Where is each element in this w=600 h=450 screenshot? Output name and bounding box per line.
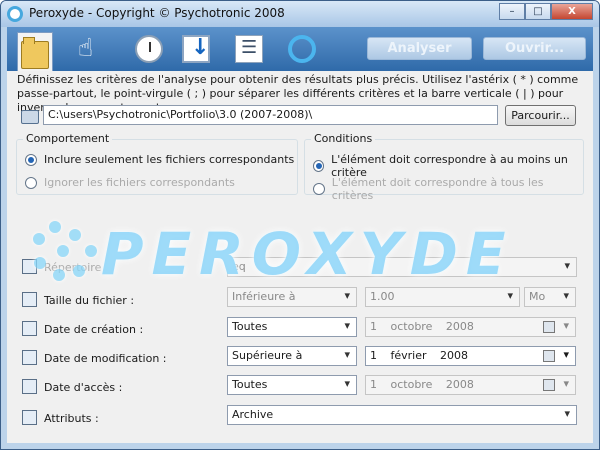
window-controls: – □ X <box>499 3 593 20</box>
peroxyde-logo-icon <box>288 35 316 63</box>
access-dropdown-arrow-icon[interactable]: ▾ <box>563 377 569 390</box>
all-criteria-radio[interactable] <box>313 183 325 195</box>
minimize-button[interactable]: – <box>499 3 525 20</box>
main-panel: Analyser Ouvrir... Définissez les critèr… <box>7 27 593 443</box>
banner-dot <box>49 221 61 233</box>
folder-icon <box>21 37 49 69</box>
all-criteria-radio-line[interactable]: L'élément doit correspondre à tous les c… <box>313 176 583 202</box>
peroxyde-logo-tool[interactable] <box>284 32 320 66</box>
maximize-button[interactable]: □ <box>525 3 551 20</box>
analyse-button[interactable]: Analyser <box>367 37 472 60</box>
pointing-hand-icon <box>74 33 102 63</box>
modification-calendar-icon[interactable] <box>543 350 555 362</box>
access-date-label: Date d'accès : <box>44 381 123 394</box>
download-tool[interactable] <box>178 32 214 66</box>
browse-button[interactable]: Parcourir... <box>505 105 576 126</box>
directory-icon <box>22 259 37 274</box>
conditions-legend: Conditions <box>311 132 376 145</box>
ignore-files-radio[interactable] <box>25 176 37 189</box>
all-criteria-label: L'élément doit correspondre à tous les c… <box>331 176 544 202</box>
computer-icon <box>21 110 39 124</box>
modification-date-comparison-select[interactable]: Supérieure à <box>227 346 357 366</box>
download-arrow-icon <box>182 35 210 63</box>
creation-date-label: Date de création : <box>44 323 144 336</box>
banner-dot <box>57 245 69 257</box>
creation-day: 1 <box>370 320 377 333</box>
include-files-radio-line[interactable]: Inclure seulement les fichiers correspon… <box>25 153 294 166</box>
file-size-value-input[interactable]: 1.00 <box>365 287 520 307</box>
modification-date-label: Date de modification : <box>44 352 167 365</box>
peroxyde-app-icon <box>7 6 23 22</box>
attributes-select[interactable]: Archive <box>227 405 577 425</box>
creation-date-icon <box>22 321 37 336</box>
access-year: 2008 <box>445 378 474 391</box>
attributes-label: Attributs : <box>44 412 99 425</box>
modification-day: 1 <box>370 349 377 362</box>
file-size-icon <box>22 292 37 307</box>
file-size-comparison-select[interactable]: Inférieure à <box>227 287 357 307</box>
file-size-unit-select[interactable]: Mo <box>524 287 576 307</box>
ignore-files-label: Ignorer les fichiers correspondants <box>44 176 235 189</box>
banner-dot <box>69 229 81 241</box>
behaviour-legend: Comportement <box>23 132 113 145</box>
at-least-one-criterion-radio[interactable] <box>313 160 325 172</box>
attributes-icon <box>22 410 37 425</box>
include-files-label: Inclure seulement les fichiers correspon… <box>44 153 295 166</box>
access-date-icon <box>22 379 37 394</box>
access-day: 1 <box>370 378 377 391</box>
ignore-files-radio-line[interactable]: Ignorer les fichiers correspondants <box>25 176 235 189</box>
behaviour-group: Comportement Inclure seulement les fichi… <box>16 132 298 195</box>
title-bar[interactable]: Peroxyde - Copyright © Psychotronic 2008… <box>1 1 599 27</box>
window-title: Peroxyde - Copyright © Psychotronic 2008 <box>29 6 285 20</box>
creation-date-picker[interactable]: 1 octobre 2008 ▾ <box>365 317 576 337</box>
toolbar: Analyser Ouvrir... <box>7 27 593 71</box>
modification-year: 2008 <box>440 349 469 362</box>
criteria-folder-tab[interactable] <box>17 32 53 71</box>
click-tool[interactable] <box>70 32 106 66</box>
modification-date-icon <box>22 350 37 365</box>
clock-icon <box>135 35 163 63</box>
peroxyde-watermark-banner: PEROXYDE <box>19 215 584 293</box>
schedule-tool[interactable] <box>131 32 167 66</box>
peroxyde-banner-word: PEROXYDE <box>101 220 514 288</box>
peroxyde-window: Peroxyde - Copyright © Psychotronic 2008… <box>0 0 600 450</box>
conditions-group: Conditions L'élément doit correspondre à… <box>304 132 584 202</box>
creation-dropdown-arrow-icon[interactable]: ▾ <box>563 319 569 332</box>
banner-dot <box>85 245 97 257</box>
folder-path-input[interactable]: C:\users\Psychotronic\Portfolio\3.0 (200… <box>43 105 498 125</box>
creation-date-comparison-select[interactable]: Toutes <box>227 317 357 337</box>
directory-label: Répertoire : <box>44 261 109 274</box>
open-button[interactable]: Ouvrir... <box>483 37 586 60</box>
checklist-tool[interactable] <box>231 32 267 66</box>
creation-year: 2008 <box>445 320 474 333</box>
creation-calendar-icon[interactable] <box>543 321 555 333</box>
banner-dot <box>33 233 45 245</box>
directory-field[interactable]: eq <box>227 257 577 277</box>
modification-month: février <box>390 349 427 362</box>
modification-dropdown-arrow-icon[interactable]: ▾ <box>563 348 569 361</box>
close-button[interactable]: X <box>551 3 593 20</box>
modification-date-picker[interactable]: 1 février 2008 ▾ <box>365 346 576 366</box>
file-size-label: Taille du fichier : <box>44 294 135 307</box>
access-calendar-icon[interactable] <box>543 379 555 391</box>
access-month: octobre <box>390 378 433 391</box>
access-date-picker[interactable]: 1 octobre 2008 ▾ <box>365 375 576 395</box>
include-files-radio[interactable] <box>25 153 37 166</box>
access-date-comparison-select[interactable]: Toutes <box>227 375 357 395</box>
creation-month: octobre <box>390 320 433 333</box>
checklist-icon <box>235 35 263 63</box>
